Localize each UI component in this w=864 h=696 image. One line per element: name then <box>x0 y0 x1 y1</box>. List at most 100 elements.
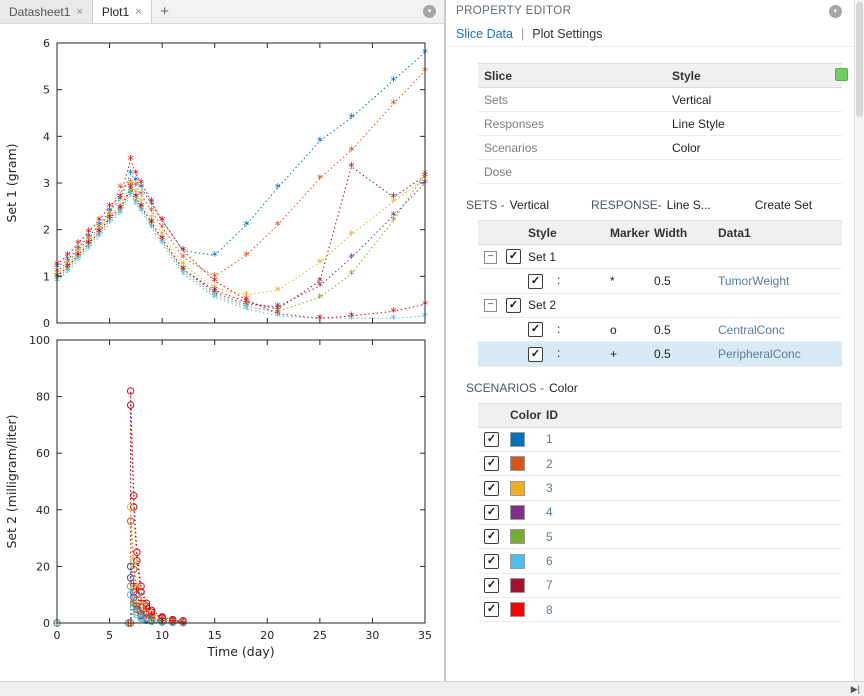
plot-set2[interactable]: ++++++++++++++++++++++++0510152025303502… <box>4 334 432 659</box>
marker-cell[interactable]: o <box>604 317 648 343</box>
marker-glyph: * <box>149 216 155 230</box>
table-row[interactable]: − ✓ Set 2 <box>478 293 842 318</box>
table-row[interactable]: ✓ 4 <box>478 500 842 525</box>
scenario-checkbox[interactable]: ✓ <box>484 553 499 569</box>
marker-glyph: * <box>159 233 165 247</box>
sets-section-value[interactable]: Vertical <box>510 198 549 212</box>
table-row[interactable]: ✓ 5 <box>478 524 842 550</box>
color-swatch[interactable] <box>510 456 525 472</box>
data-name-cell[interactable]: TumorWeight <box>712 268 842 294</box>
tab-plot1[interactable]: Plot1 × <box>92 0 152 23</box>
width-cell[interactable]: 0.5 <box>648 317 712 343</box>
table-row[interactable]: ✓: * 0.5 TumorWeight <box>478 268 842 294</box>
scenario-id-cell: 7 <box>540 573 842 598</box>
set-checkbox[interactable]: ✓ <box>506 249 521 265</box>
tab-datasheet1[interactable]: Datasheet1 × <box>0 0 93 23</box>
color-cell <box>504 597 540 623</box>
marker-cell[interactable]: * <box>604 268 648 294</box>
checkbox-cell: ✓ <box>478 548 504 574</box>
width-cell[interactable]: 0.5 <box>648 268 712 294</box>
chevron-down-icon: ▾ <box>427 8 432 15</box>
response-checkbox[interactable]: ✓ <box>528 346 543 362</box>
property-editor-options-icon[interactable]: ▾ <box>829 4 842 18</box>
color-swatch[interactable] <box>510 431 525 447</box>
color-swatch[interactable] <box>510 553 525 569</box>
scenario-checkbox[interactable]: ✓ <box>484 504 499 520</box>
table-row[interactable]: ✓: o 0.5 CentralConc <box>478 317 842 343</box>
checkbox-cell <box>500 317 522 343</box>
table-row[interactable]: Sets Vertical <box>478 87 842 112</box>
scenario-checkbox[interactable]: ✓ <box>484 602 499 618</box>
expand-cell: − <box>478 293 500 318</box>
table-row[interactable]: ✓ 1 <box>478 427 842 452</box>
table-row[interactable]: − ✓ Set 1 <box>478 244 842 270</box>
marker-glyph: * <box>180 244 186 258</box>
table-row[interactable]: ✓ 7 <box>478 573 842 598</box>
table-row[interactable]: ✓ 3 <box>478 475 842 501</box>
axes-box <box>56 339 426 624</box>
marker-cell[interactable]: + <box>604 341 648 367</box>
set-checkbox[interactable]: ✓ <box>506 297 521 313</box>
data-name-cell[interactable]: CentralConc <box>712 317 842 343</box>
new-tab-button[interactable]: + <box>152 0 178 23</box>
scenario-id-cell: 4 <box>540 500 842 525</box>
color-swatch[interactable] <box>510 529 525 545</box>
tab-datasheet1-close-icon[interactable]: × <box>76 6 82 18</box>
line-style-cell[interactable]: ✓: <box>522 341 604 367</box>
width-cell[interactable]: 0.5 <box>648 341 712 367</box>
response-checkbox[interactable]: ✓ <box>528 322 543 338</box>
marker-glyph: * <box>75 237 81 251</box>
tab-slice-data[interactable]: Slice Data <box>456 27 513 41</box>
create-set-button[interactable]: Create Set <box>755 198 812 212</box>
marker-glyph: * <box>317 256 323 270</box>
scenario-checkbox[interactable]: ✓ <box>484 456 499 472</box>
plot-canvas[interactable]: * * * * * * * * * * * * * * * * * * * * * * * * * * * * * * * * * * * * * * * *… <box>0 23 444 681</box>
tab-plot1-close-icon[interactable]: × <box>135 6 141 18</box>
scenario-checkbox[interactable]: ✓ <box>484 577 499 593</box>
set-name-cell: Set 2 <box>522 293 842 318</box>
tab-plot-settings[interactable]: Plot Settings <box>532 27 602 41</box>
slice-style-cell[interactable]: Line Style <box>666 111 842 136</box>
checkbox-cell: ✓ <box>478 573 504 598</box>
horizontal-scrollbar[interactable]: ▶| <box>0 681 864 696</box>
checkbox-cell: ✓ <box>478 597 504 623</box>
slice-style-cell[interactable] <box>666 159 842 184</box>
color-swatch[interactable] <box>510 480 525 496</box>
table-row[interactable]: ✓: +0.5 PeripheralConc <box>478 341 842 367</box>
scenarios-section-value[interactable]: Color <box>549 381 578 395</box>
scenario-checkbox[interactable]: ✓ <box>484 529 499 545</box>
marker-glyph: * <box>128 153 134 167</box>
tabbar-options-icon[interactable]: ▾ <box>423 5 436 18</box>
vertical-scrollbar-thumb[interactable] <box>856 2 863 117</box>
data-name-cell[interactable]: PeripheralConc <box>712 341 842 367</box>
table-row[interactable]: Scenarios Color <box>478 135 842 160</box>
marker-glyph: * <box>138 177 144 191</box>
collapse-icon[interactable]: − <box>484 250 497 264</box>
response-section-value[interactable]: Line S... <box>667 198 711 212</box>
table-row[interactable]: ✓ 2 <box>478 451 842 477</box>
line-style-cell[interactable]: ✓: <box>522 268 604 294</box>
table-row[interactable]: ✓ 8 <box>478 597 842 623</box>
scenario-checkbox[interactable]: ✓ <box>484 480 499 496</box>
table-row[interactable]: Responses Line Style <box>478 111 842 136</box>
plot-set1[interactable]: * * * * * * * * * * * * * * * * * * * * * * * * * * * * * * * * * * * * * * * *… <box>4 37 428 330</box>
table-row[interactable]: ✓ 6 <box>478 548 842 574</box>
marker-glyph: * <box>348 228 354 242</box>
collapse-icon[interactable]: − <box>484 299 497 313</box>
vertical-scrollbar[interactable] <box>854 0 864 681</box>
scenario-checkbox[interactable]: ✓ <box>484 431 499 447</box>
sets-section-header: SETS - Vertical RESPONSE- Line S... Crea… <box>466 198 842 212</box>
property-editor-panel: PROPERTY EDITOR ▾ Slice Data | Plot Sett… <box>446 0 854 681</box>
series-line <box>57 521 184 624</box>
response-checkbox[interactable]: ✓ <box>528 273 543 289</box>
color-swatch[interactable] <box>510 504 525 520</box>
line-style-cell[interactable]: ✓: <box>522 317 604 343</box>
slice-style-cell[interactable]: Color <box>666 135 842 160</box>
slice-name-cell: Dose <box>478 159 666 184</box>
color-swatch[interactable] <box>510 577 525 593</box>
axes-box <box>56 42 426 324</box>
color-swatch[interactable] <box>510 602 525 618</box>
slice-style-cell[interactable]: Vertical <box>666 87 842 112</box>
scroll-end-icon[interactable]: ▶| <box>851 683 860 695</box>
table-row[interactable]: Dose <box>478 159 842 184</box>
